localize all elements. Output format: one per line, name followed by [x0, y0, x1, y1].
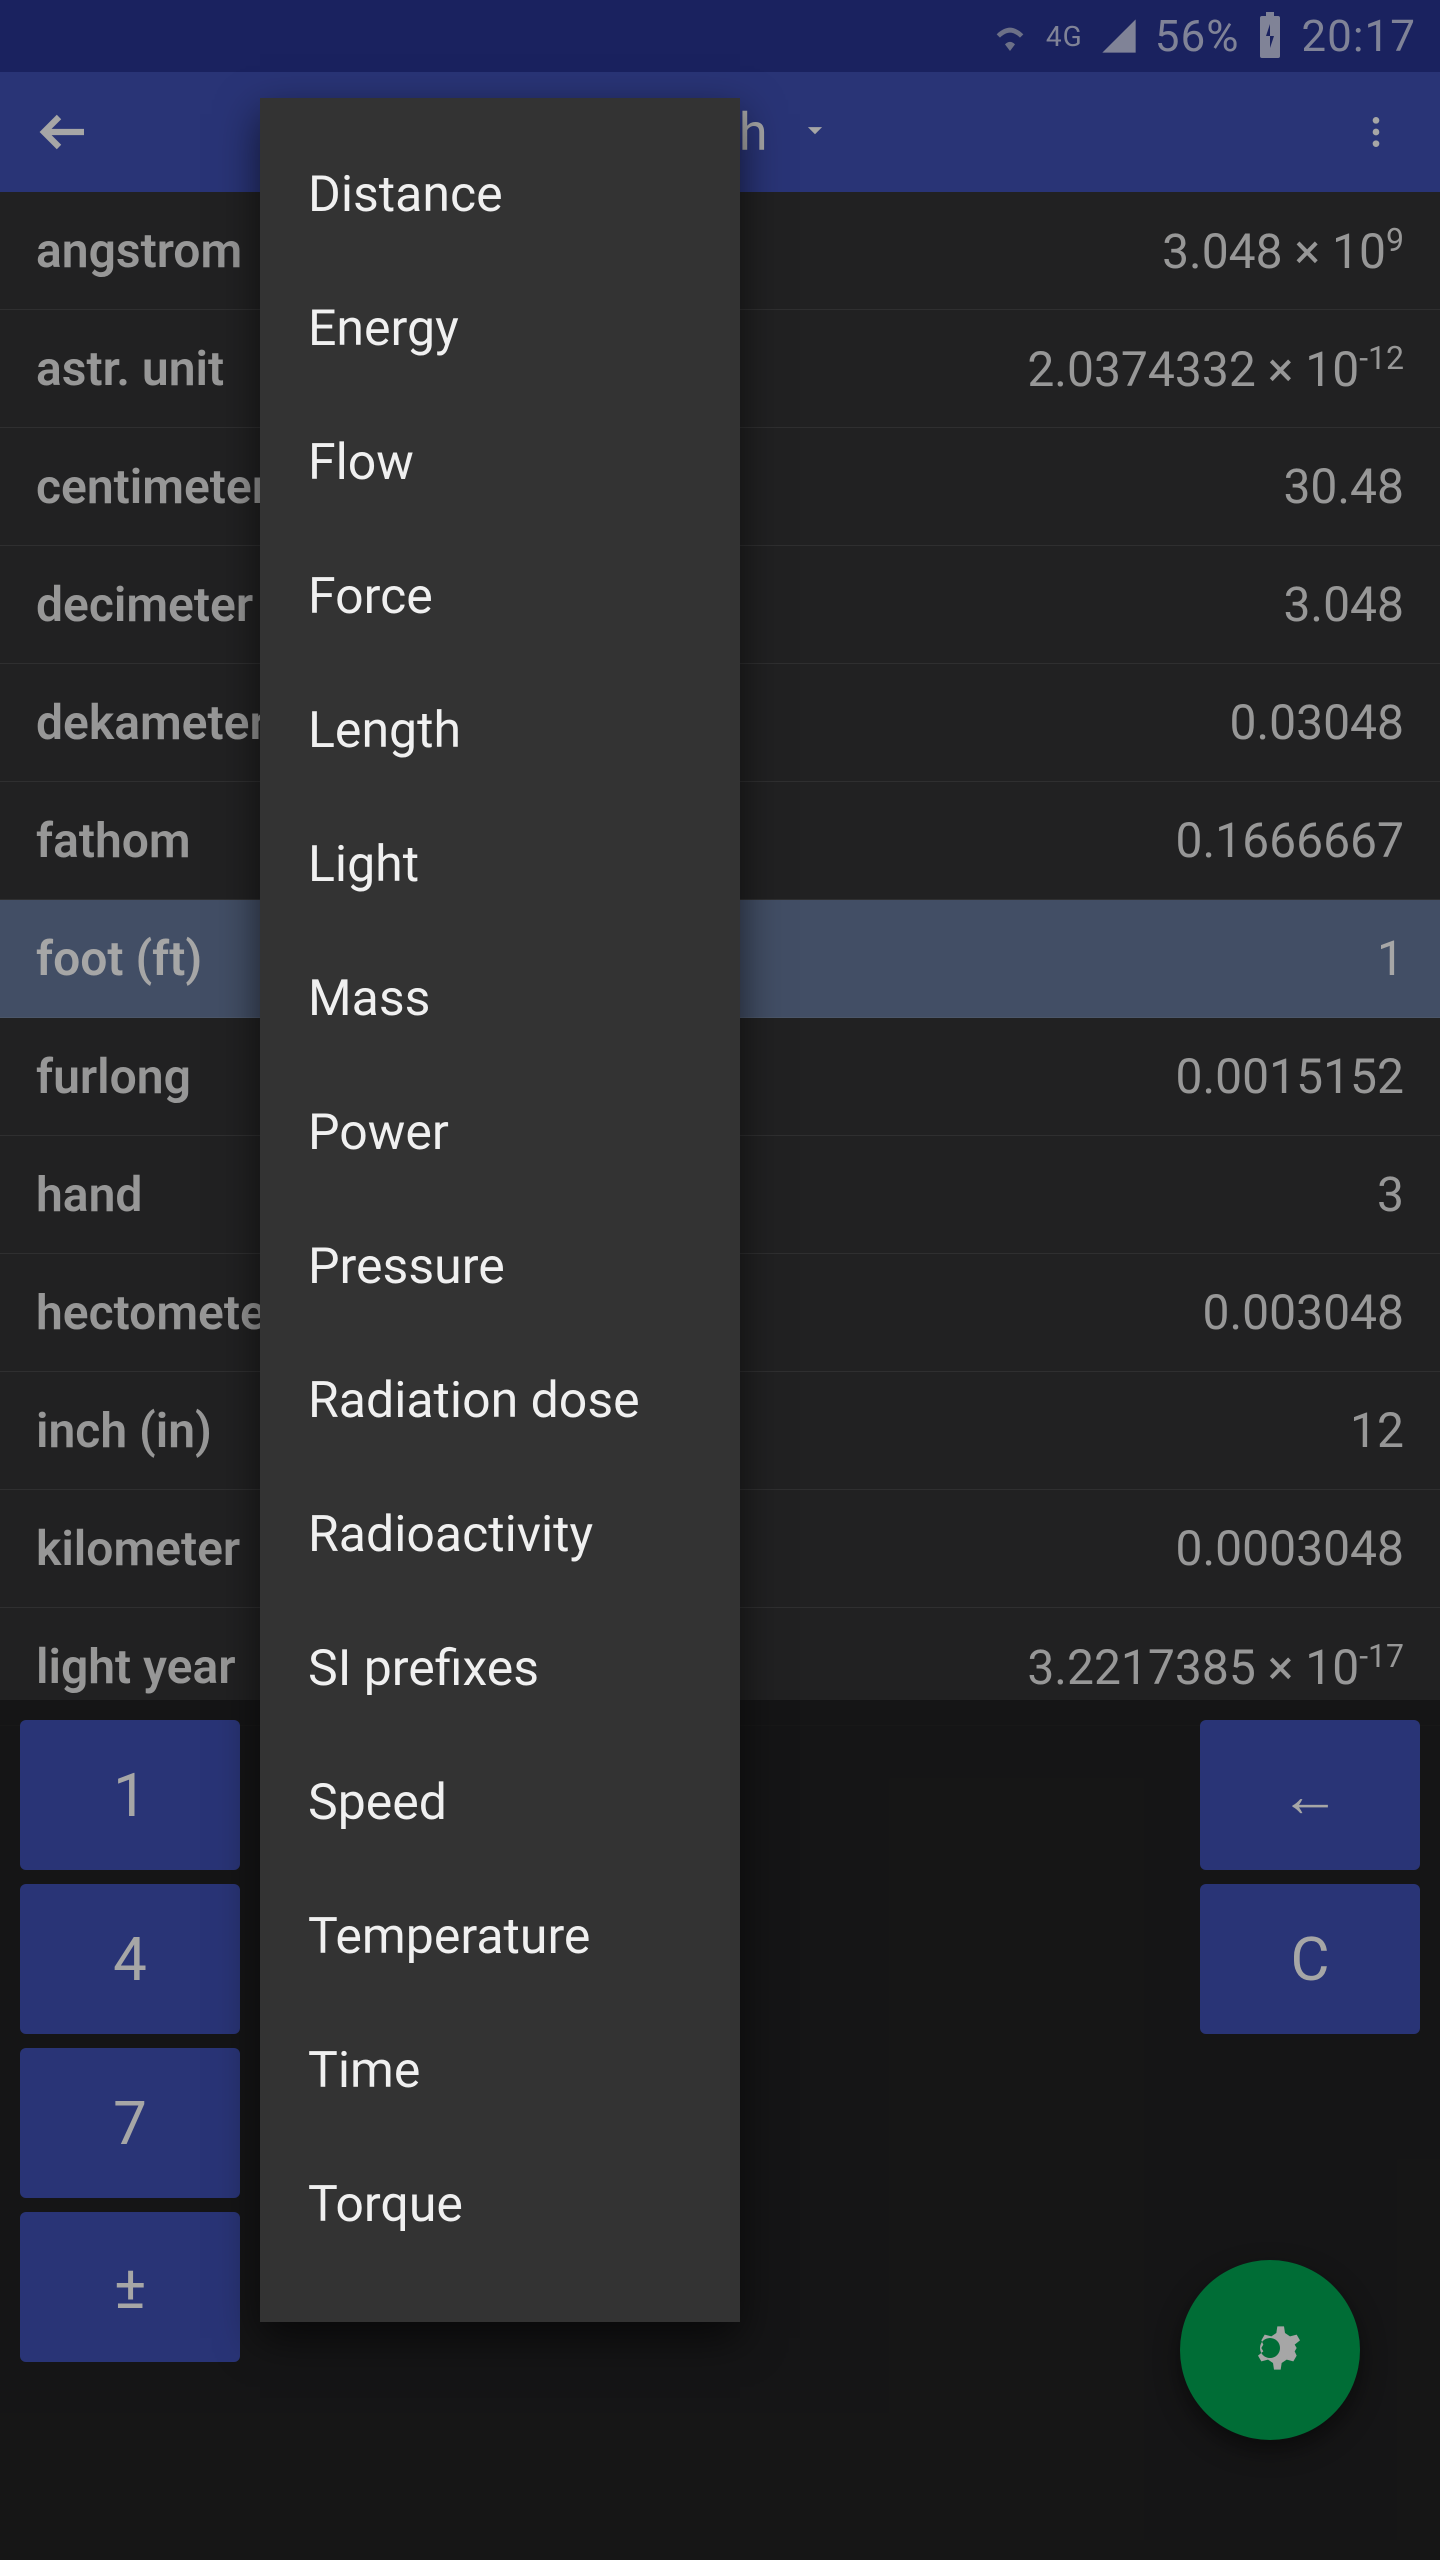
category-menu-item[interactable]: Flow	[260, 396, 740, 530]
category-menu-item[interactable]: Speed	[260, 1736, 740, 1870]
category-menu-item[interactable]: Temperature	[260, 1870, 740, 2004]
category-menu-item[interactable]: SI prefixes	[260, 1602, 740, 1736]
category-menu-item[interactable]: Force	[260, 530, 740, 664]
category-menu-item[interactable]: Light	[260, 798, 740, 932]
category-menu-item[interactable]: Mass	[260, 932, 740, 1066]
category-menu-item[interactable]: Energy	[260, 262, 740, 396]
category-menu-item[interactable]: Length	[260, 664, 740, 798]
category-menu: DistanceEnergyFlowForceLengthLightMassPo…	[260, 98, 740, 2322]
category-menu-item[interactable]: Torque	[260, 2138, 740, 2272]
category-menu-item[interactable]: Radiation dose	[260, 1334, 740, 1468]
category-menu-item[interactable]: Pressure	[260, 1200, 740, 1334]
category-menu-item[interactable]: Time	[260, 2004, 740, 2138]
category-menu-item[interactable]: Radioactivity	[260, 1468, 740, 1602]
category-menu-item[interactable]: Distance	[260, 128, 740, 262]
category-menu-item[interactable]: Power	[260, 1066, 740, 1200]
